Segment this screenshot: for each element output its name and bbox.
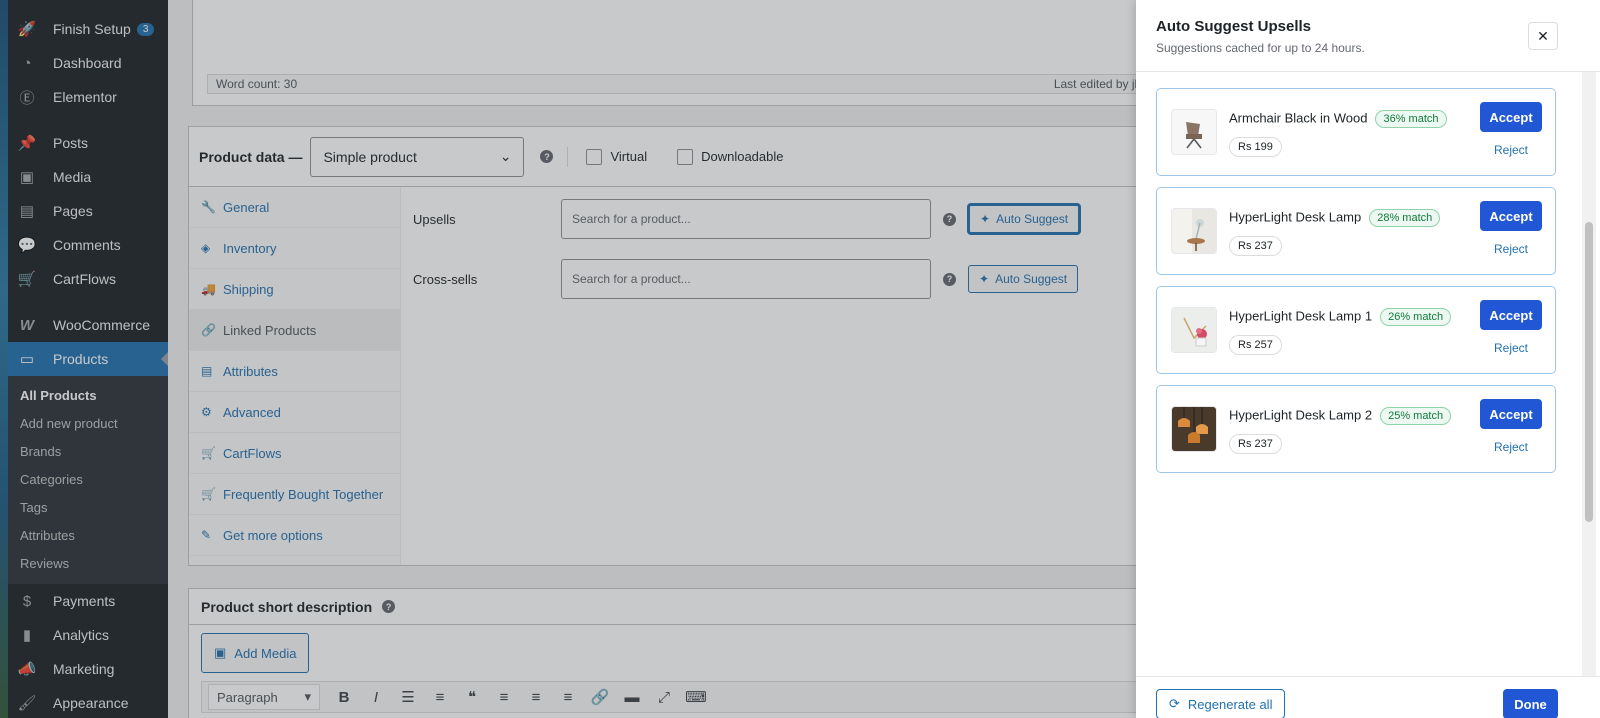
accept-button[interactable]: Accept	[1480, 300, 1542, 330]
drawer-subtitle: Suggestions cached for up to 24 hours.	[1156, 41, 1365, 55]
price-tag: Rs 237	[1229, 434, 1282, 454]
screen: 🚀 Finish Setup 3 ◔ Dashboard Ⓔ Elementor 📌 Po…	[0, 0, 1600, 718]
product-thumbnail	[1171, 307, 1217, 353]
done-button[interactable]: Done	[1503, 689, 1558, 718]
product-thumbnail	[1171, 208, 1217, 254]
accept-button[interactable]: Accept	[1480, 102, 1542, 132]
product-name: HyperLight Desk Lamp 28% match	[1229, 209, 1441, 227]
modal-overlay[interactable]	[0, 0, 1136, 718]
suggestion-card: Armchair Black in Wood 36% match Rs 199 A…	[1156, 88, 1556, 176]
drawer-scrollbar[interactable]	[1582, 72, 1596, 676]
drawer-title: Auto Suggest Upsells	[1156, 18, 1312, 35]
refresh-icon: ⟳	[1169, 696, 1180, 711]
suggestion-card: HyperLight Desk Lamp 1 26% match Rs 257 A…	[1156, 286, 1556, 374]
price-tag: Rs 199	[1229, 137, 1282, 157]
scrollbar-thumb[interactable]	[1585, 222, 1593, 522]
match-badge: 25% match	[1380, 407, 1452, 425]
product-thumbnail	[1171, 109, 1217, 155]
auto-suggest-drawer: Auto Suggest Upsells Suggestions cached …	[1136, 0, 1600, 718]
reject-link[interactable]: Reject	[1480, 440, 1542, 454]
product-name: HyperLight Desk Lamp 2 25% match	[1229, 407, 1452, 425]
product-thumbnail	[1171, 406, 1217, 452]
product-name: HyperLight Desk Lamp 1 26% match	[1229, 308, 1452, 326]
drawer-footer: ⟳ Regenerate all Done	[1136, 676, 1600, 718]
close-button[interactable]: ✕	[1528, 22, 1558, 50]
regenerate-all-button[interactable]: ⟳ Regenerate all	[1156, 689, 1286, 718]
accept-button[interactable]: Accept	[1480, 201, 1542, 231]
reject-link[interactable]: Reject	[1480, 341, 1542, 355]
reject-link[interactable]: Reject	[1480, 143, 1542, 157]
suggestion-card: HyperLight Desk Lamp 28% match Rs 237 Acc…	[1156, 187, 1556, 275]
match-badge: 36% match	[1375, 110, 1447, 128]
price-tag: Rs 237	[1229, 236, 1282, 256]
match-badge: 26% match	[1380, 308, 1452, 326]
price-tag: Rs 257	[1229, 335, 1282, 355]
accept-button[interactable]: Accept	[1480, 399, 1542, 429]
product-name: Armchair Black in Wood 36% match	[1229, 110, 1447, 128]
close-icon: ✕	[1537, 27, 1549, 44]
reject-link[interactable]: Reject	[1480, 242, 1542, 256]
suggestion-card: HyperLight Desk Lamp 2 25% match Rs 237 A…	[1156, 385, 1556, 473]
match-badge: 28% match	[1369, 209, 1441, 227]
